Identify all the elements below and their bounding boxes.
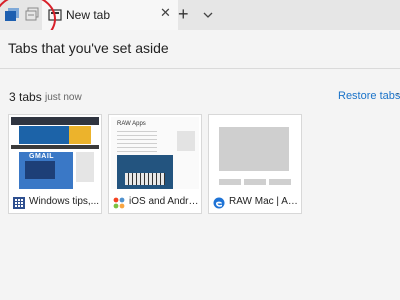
- tab-card-footer: Windows tips,...: [9, 191, 101, 213]
- new-tab-button[interactable]: +: [178, 3, 189, 25]
- more-options-icon[interactable]: ·: [396, 88, 400, 100]
- edge-icon: [213, 196, 225, 209]
- tab-card[interactable]: RAW Mac | App...: [208, 114, 302, 214]
- tab-card[interactable]: GMAIL Windows tips,...: [8, 114, 102, 214]
- tab-thumbnail: RAW Apps: [111, 117, 199, 189]
- chevron-down-icon[interactable]: [203, 7, 213, 18]
- set-aside-time: just now: [45, 92, 82, 103]
- tab-card-label: iOS and Androi...: [129, 196, 201, 207]
- tab-card-label: RAW Mac | App...: [229, 196, 301, 207]
- divider: [0, 68, 400, 69]
- thumbnail-text: GMAIL: [29, 153, 55, 160]
- tab-thumbnail: GMAIL: [11, 117, 99, 189]
- tab-card-footer: iOS and Androi...: [109, 191, 201, 213]
- tab-card[interactable]: RAW Apps iOS and Androi...: [108, 114, 202, 214]
- thumbnail-text: RAW Apps: [117, 121, 146, 127]
- tab-new-tab[interactable]: New tab ✕: [42, 0, 178, 30]
- tab-count: 3 tabs: [9, 90, 42, 104]
- restore-tabs-link[interactable]: Restore tabs: [338, 90, 400, 102]
- tab-card-label: Windows tips,...: [29, 196, 100, 207]
- joomla-icon: [113, 196, 125, 209]
- close-icon[interactable]: ✕: [160, 5, 171, 21]
- tab-title: New tab: [66, 8, 111, 22]
- tab-thumbnail-placeholder: [211, 117, 299, 189]
- tab-card-footer: RAW Mac | App...: [209, 191, 301, 213]
- tab-strip: New tab ✕ +: [0, 0, 400, 30]
- panel-heading: Tabs that you've set aside: [8, 40, 169, 56]
- grid-app-icon: [13, 196, 25, 209]
